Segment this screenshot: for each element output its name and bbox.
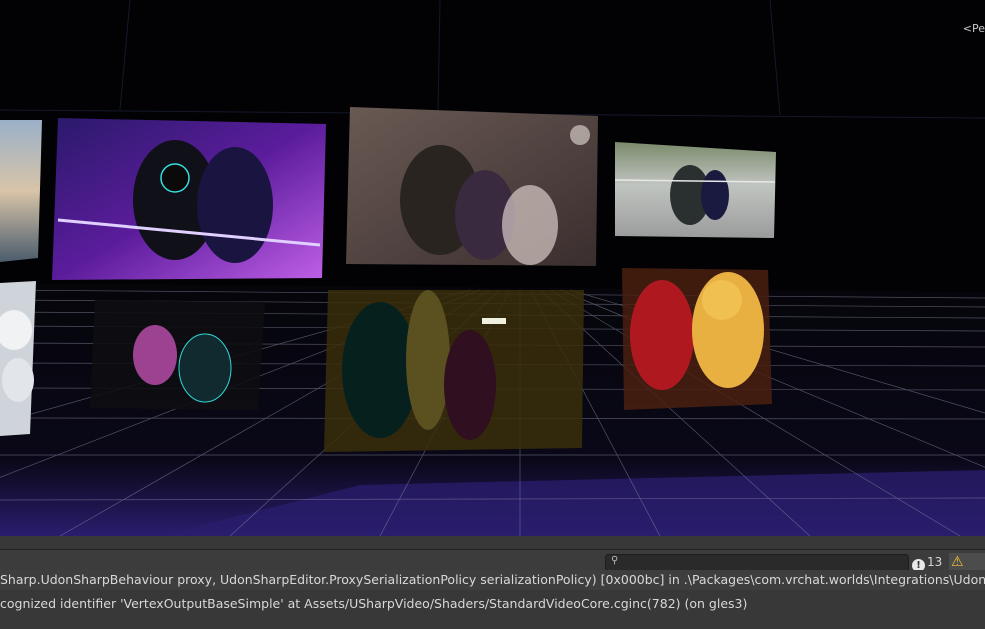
video-panel-street[interactable] xyxy=(614,142,776,238)
error-count-toggle[interactable]: ! 13 xyxy=(910,553,942,572)
console-log-row[interactable]: cognized identifier 'VertexOutputBaseSim… xyxy=(0,594,985,614)
scene-view[interactable]: <Pe xyxy=(0,0,985,536)
persp-arrow-icon: < xyxy=(962,22,972,35)
video-panel-left-edge[interactable] xyxy=(0,120,42,262)
video-panel-room[interactable] xyxy=(346,107,598,266)
warning-count-toggle[interactable]: ⚠91 xyxy=(949,553,985,587)
video-panel-purple[interactable] xyxy=(52,118,326,280)
console-search-input[interactable]: ⚲ xyxy=(605,554,909,571)
console-panel: ⚲ !13 ⚠91 Sharp.UdonSharpBehaviour proxy… xyxy=(0,536,985,629)
video-panel-dark-avatars[interactable] xyxy=(90,300,265,410)
console-log-row[interactable]: Sharp.UdonSharpBehaviour proxy, UdonShar… xyxy=(0,570,985,590)
warning-icon: ⚠ xyxy=(951,554,964,570)
video-panel-red-avatars[interactable] xyxy=(622,268,772,410)
scene-canvas[interactable] xyxy=(0,0,985,536)
video-panel-clouds[interactable] xyxy=(0,281,36,436)
perspective-label[interactable]: <Pe xyxy=(963,22,985,35)
video-panel-yellow-room[interactable] xyxy=(324,290,584,452)
search-icon: ⚲ xyxy=(611,555,619,566)
